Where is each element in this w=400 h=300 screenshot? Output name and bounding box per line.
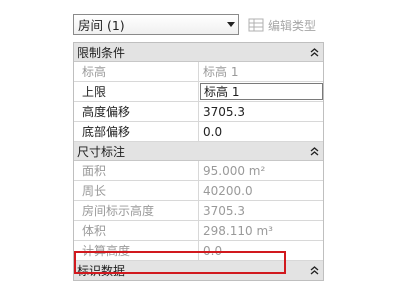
property-row-room-height: 房间标示高度 3705.3 bbox=[74, 201, 323, 221]
dropdown-arrow-icon[interactable] bbox=[224, 22, 238, 27]
property-row-base-offset[interactable]: 底部偏移 0.0 bbox=[74, 122, 323, 142]
collapse-chevron-icon[interactable] bbox=[305, 47, 323, 57]
property-name: 房间标示高度 bbox=[74, 201, 199, 220]
properties-top-bar: 房间 (1) 编辑类型 bbox=[72, 12, 327, 38]
property-name: 底部偏移 bbox=[74, 122, 199, 141]
property-row-area: 面积 95.000 m² bbox=[74, 161, 323, 181]
property-value: 40200.0 bbox=[203, 183, 253, 198]
edit-type-icon bbox=[248, 18, 264, 32]
property-name: 面积 bbox=[74, 161, 199, 180]
property-row-level: 标高 标高 1 bbox=[74, 62, 323, 82]
property-row-computation-height: 计算高度 0.0 bbox=[74, 241, 323, 261]
section-title: 尺寸标注 bbox=[77, 144, 126, 159]
property-name: 高度偏移 bbox=[74, 102, 199, 121]
property-row-height-offset[interactable]: 高度偏移 3705.3 bbox=[74, 102, 323, 122]
collapse-chevron-icon[interactable] bbox=[305, 266, 323, 275]
property-row-perimeter: 周长 40200.0 bbox=[74, 181, 323, 201]
properties-grid: 限制条件 标高 标高 1 上限 标高 1 高度偏移 3705.3 底部偏移 0.… bbox=[73, 42, 324, 281]
section-title: 限制条件 bbox=[77, 45, 126, 60]
properties-panel: 房间 (1) 编辑类型 限制条件 标高 标高 1 上限 标高 1 高度偏移 37… bbox=[72, 12, 327, 290]
collapse-chevron-icon[interactable] bbox=[305, 146, 323, 156]
edit-type-button[interactable]: 编辑类型 bbox=[248, 15, 316, 35]
property-value: 95.000 m² bbox=[203, 163, 266, 178]
property-row-upper-limit[interactable]: 上限 标高 1 bbox=[74, 82, 323, 102]
section-title: 标识数据 bbox=[77, 264, 126, 278]
upper-limit-field[interactable]: 标高 1 bbox=[200, 83, 323, 100]
property-name: 周长 bbox=[74, 181, 199, 200]
property-name: 体积 bbox=[74, 221, 199, 240]
type-selector-dropdown[interactable]: 房间 (1) bbox=[73, 14, 239, 35]
property-name: 标高 bbox=[74, 62, 199, 81]
section-dimensions-header[interactable]: 尺寸标注 bbox=[74, 142, 323, 161]
property-value: 标高 1 bbox=[203, 65, 239, 79]
section-constraints-header[interactable]: 限制条件 bbox=[74, 43, 323, 62]
section-identity-header[interactable]: 标识数据 bbox=[74, 261, 323, 280]
property-row-volume: 体积 298.110 m³ bbox=[74, 221, 323, 241]
property-name: 上限 bbox=[74, 82, 199, 101]
property-value: 0.0 bbox=[203, 243, 223, 258]
edit-type-label: 编辑类型 bbox=[268, 18, 317, 33]
property-value: 3705.3 bbox=[203, 203, 245, 218]
base-offset-field[interactable]: 0.0 bbox=[199, 122, 323, 141]
type-selector-value: 房间 (1) bbox=[78, 18, 125, 33]
height-offset-field[interactable]: 3705.3 bbox=[199, 102, 323, 121]
property-name: 计算高度 bbox=[74, 241, 199, 260]
property-value: 298.110 m³ bbox=[203, 223, 273, 238]
